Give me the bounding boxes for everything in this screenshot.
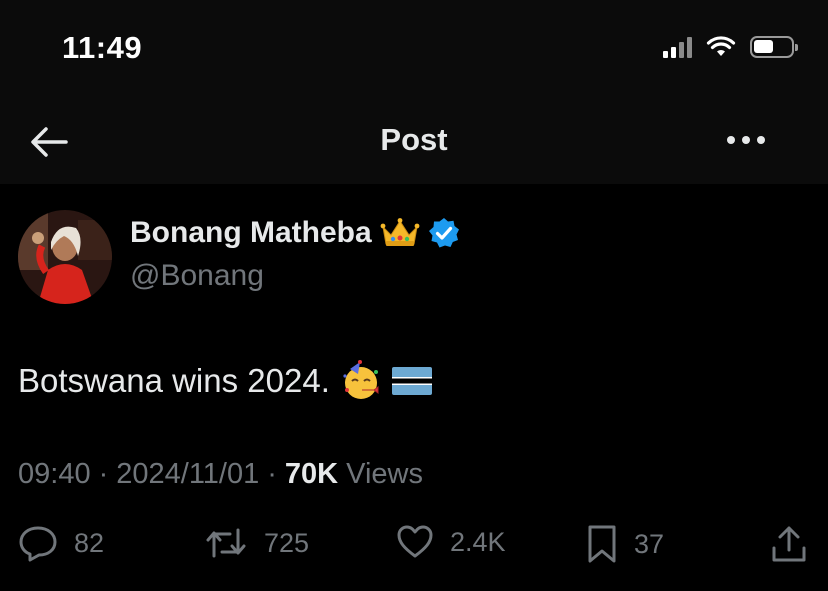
battery-icon (750, 36, 798, 58)
status-icons (663, 36, 798, 58)
wifi-icon (706, 36, 736, 56)
more-horizontal-icon[interactable] (724, 122, 768, 162)
avatar[interactable] (18, 210, 112, 304)
repost-icon (206, 528, 246, 558)
reply-icon (19, 526, 57, 562)
nav-bar: Post (0, 100, 828, 184)
post-text-row: Botswana wins 2024. (18, 360, 432, 402)
like-icon (397, 525, 433, 558)
bookmark-button[interactable]: 37 (586, 524, 664, 564)
page-title: Post (380, 122, 448, 157)
crown-emoji-icon (380, 218, 420, 246)
post-meta: 09:40 · 2024/11/01 · 70K Views (18, 458, 423, 491)
author-name[interactable]: Bonang Matheba (130, 216, 372, 250)
status-bar: 11:49 (0, 0, 828, 100)
views-label: Views (346, 458, 423, 490)
author-name-row: Bonang Matheba (130, 216, 460, 250)
botswana-flag-icon (391, 367, 432, 395)
verified-badge-icon (428, 218, 459, 248)
partying-face-emoji-icon (343, 360, 379, 399)
author-handle[interactable]: @Bonang (130, 259, 264, 293)
bookmark-count: 37 (634, 528, 665, 559)
status-time: 11:49 (62, 30, 143, 65)
cellular-signal-icon (663, 36, 692, 58)
reply-button[interactable]: 82 (18, 524, 104, 562)
share-button[interactable] (770, 524, 808, 564)
post-time[interactable]: 09:40 (18, 458, 91, 491)
like-button[interactable]: 2.4K (396, 524, 506, 560)
meta-separator: · (267, 458, 277, 490)
share-icon (772, 526, 806, 562)
post-text: Botswana wins 2024. (18, 362, 330, 399)
post-date[interactable]: 2024/11/01 (116, 458, 259, 491)
repost-count: 725 (264, 527, 310, 558)
post-actions: 82 725 2.4K 37 (0, 524, 828, 568)
bookmark-icon (588, 525, 616, 563)
like-count: 2.4K (450, 526, 506, 557)
meta-separator: · (98, 458, 109, 490)
views-count[interactable]: 70K (285, 458, 338, 491)
reply-count: 82 (74, 527, 105, 558)
repost-button[interactable]: 725 (204, 524, 309, 562)
